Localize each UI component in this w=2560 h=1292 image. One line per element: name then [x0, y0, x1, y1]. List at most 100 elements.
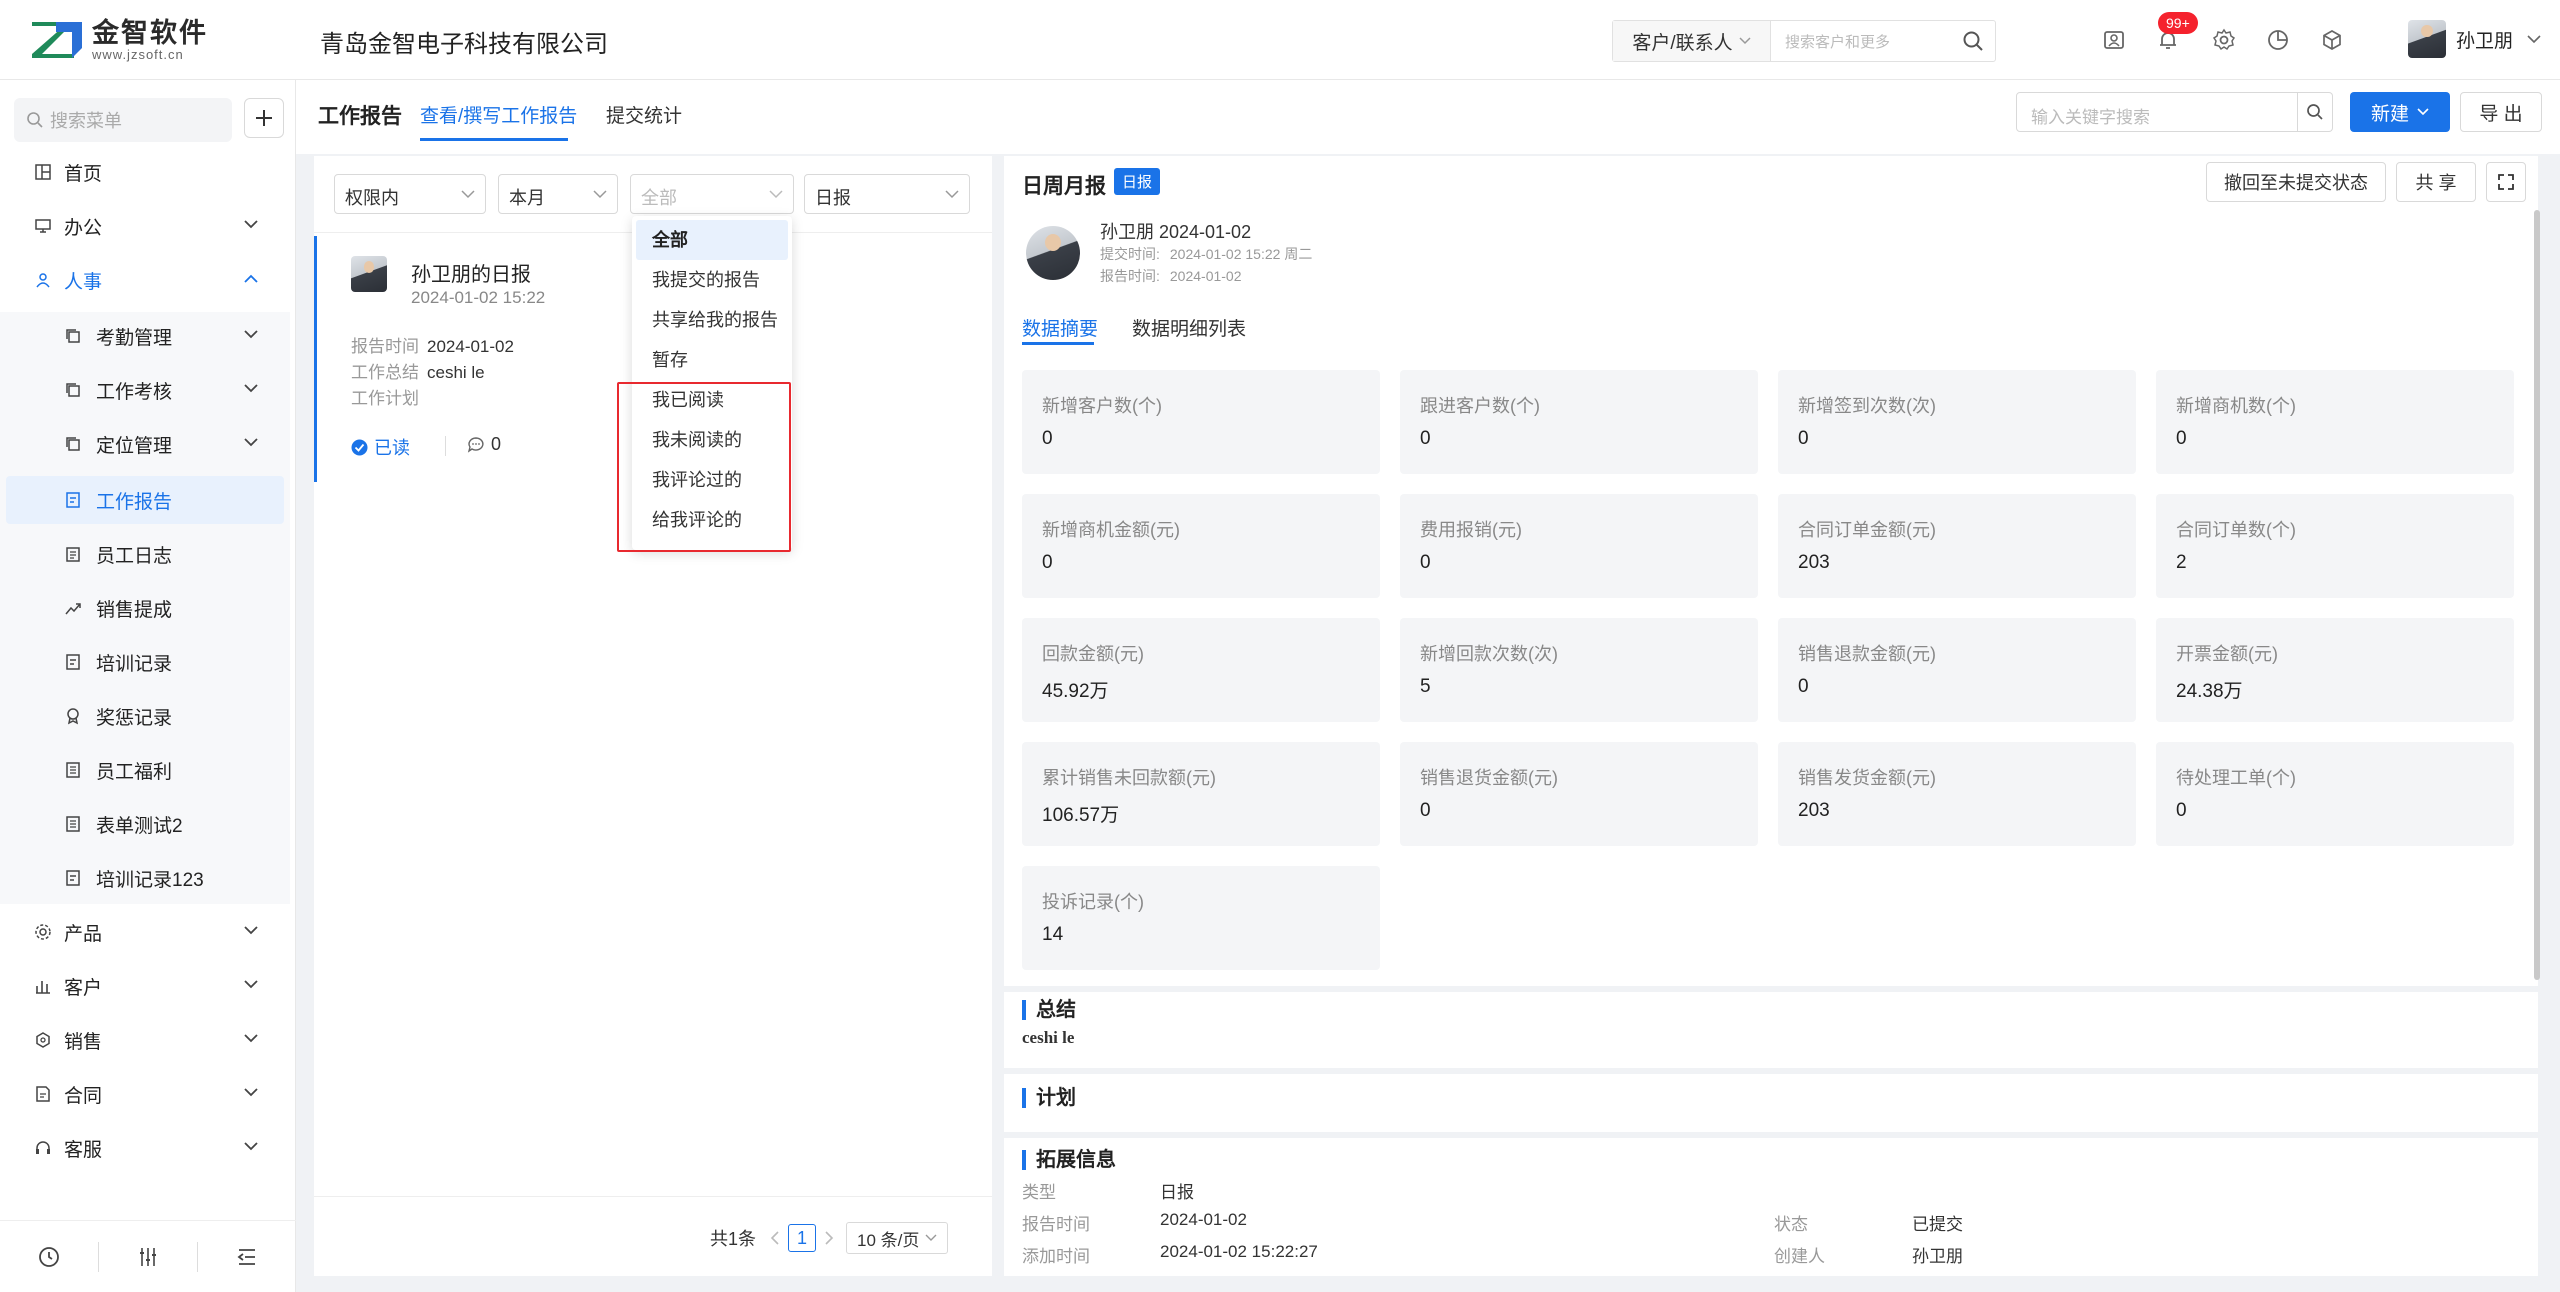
- check-circle-icon: [351, 439, 368, 455]
- status-value: 已提交: [1912, 1215, 1963, 1234]
- fullscreen-button[interactable]: [2486, 162, 2526, 202]
- dropdown-option-shared-to-me[interactable]: 共享给我的报告: [636, 300, 788, 340]
- highlight-box: [617, 382, 791, 552]
- status-label: 状态: [1774, 1215, 1808, 1234]
- active-tab-indicator: [1022, 342, 1094, 345]
- read-status: 已读: [351, 434, 410, 460]
- scrollbar[interactable]: [2534, 210, 2540, 980]
- dropdown-option-my-submitted[interactable]: 我提交的报告: [636, 260, 788, 300]
- extension-section-title: 拓展信息: [1022, 1150, 1116, 1170]
- period-select[interactable]: 本月: [498, 174, 618, 214]
- stat-label: 开票金额(元): [2176, 644, 2278, 664]
- user-name: 孙卫朋: [2456, 30, 2514, 52]
- edit-document-icon: [66, 870, 80, 886]
- copy-icon: [66, 329, 80, 343]
- revoke-button[interactable]: 撤回至未提交状态: [2206, 162, 2386, 202]
- scope-select[interactable]: 权限内: [334, 174, 486, 214]
- status-value: 全部: [641, 188, 677, 208]
- search-icon[interactable]: [2297, 92, 2333, 132]
- cube-icon[interactable]: [2316, 24, 2348, 56]
- add-menu-button[interactable]: [244, 98, 284, 138]
- dropdown-option-draft[interactable]: 暂存: [636, 340, 788, 380]
- new-button[interactable]: 新建: [2350, 92, 2450, 132]
- sidebar-item-assessment[interactable]: 工作考核: [6, 366, 284, 414]
- user-menu[interactable]: 孙卫朋: [2408, 20, 2541, 58]
- tab-data-summary[interactable]: 数据摘要: [1022, 314, 1098, 341]
- comment-count[interactable]: 0: [467, 434, 501, 455]
- chevron-down-icon: [461, 190, 475, 199]
- sidebar-item-training[interactable]: 培训记录: [6, 638, 284, 686]
- list-document-icon: [66, 816, 80, 832]
- sidebar-item-service[interactable]: 客服: [6, 1124, 284, 1172]
- sidebar-item-home[interactable]: 首页: [6, 148, 284, 196]
- comment-icon: [467, 436, 484, 453]
- tab-view-write-report[interactable]: 查看/撰写工作报告: [420, 101, 577, 128]
- tab-submit-stats[interactable]: 提交统计: [606, 101, 682, 128]
- sidebar-item-commission[interactable]: 销售提成: [6, 584, 284, 632]
- global-search-input[interactable]: 搜索客户和更多: [1771, 31, 1951, 52]
- chevron-down-icon: [244, 330, 258, 339]
- dropdown-option-all[interactable]: 全部: [636, 220, 788, 260]
- avatar: [2408, 20, 2446, 58]
- sidebar-item-location[interactable]: 定位管理: [6, 420, 284, 468]
- sidebar-item-form-test[interactable]: 表单测试2: [6, 800, 284, 848]
- contacts-icon[interactable]: [2098, 24, 2130, 56]
- page-size-select[interactable]: 10 条/页: [846, 1222, 949, 1254]
- menu-search-placeholder: 搜索菜单: [50, 111, 122, 131]
- share-button[interactable]: 共 享: [2396, 162, 2476, 202]
- stat-card: 开票金额(元) 24.38万: [2156, 618, 2514, 722]
- stat-label: 投诉记录(个): [1042, 892, 1144, 912]
- sidebar-item-welfare[interactable]: 员工福利: [6, 746, 284, 794]
- read-label: 已读: [374, 438, 410, 458]
- history-icon[interactable]: [37, 1245, 61, 1269]
- logo-url: www.jzsoft.cn: [92, 47, 184, 62]
- sidebar-item-employee-log[interactable]: 员工日志: [6, 530, 284, 578]
- gear-icon[interactable]: [2208, 24, 2240, 56]
- report-type-select[interactable]: 日报: [804, 174, 970, 214]
- chevron-down-icon: [2417, 108, 2429, 116]
- search-icon: [27, 112, 43, 128]
- sidebar-item-hr[interactable]: 人事: [6, 256, 284, 304]
- keyword-search-input[interactable]: 输入关键字搜索: [2016, 92, 2298, 132]
- stat-card: 销售退货金额(元) 0: [1400, 742, 1758, 846]
- type-label: 类型: [1022, 1183, 1056, 1202]
- copy-icon: [66, 383, 80, 397]
- stat-label: 回款金额(元): [1042, 644, 1144, 664]
- stat-card: 回款金额(元) 45.92万: [1022, 618, 1380, 722]
- search-type-select[interactable]: 客户/联系人: [1613, 21, 1771, 61]
- stat-value: 0: [1798, 676, 1809, 697]
- collapse-menu-icon[interactable]: [235, 1245, 259, 1269]
- edit-document-icon: [66, 492, 80, 508]
- sidebar-item-office[interactable]: 办公: [6, 202, 284, 250]
- sidebar-item-label: 定位管理: [96, 435, 173, 457]
- sidebar-item-work-report[interactable]: 工作报告: [6, 476, 284, 524]
- chevron-down-icon: [1739, 37, 1751, 45]
- chevron-right-icon[interactable]: [824, 1231, 834, 1245]
- page-number-current[interactable]: 1: [788, 1224, 817, 1252]
- sidebar-item-customer[interactable]: 客户: [6, 962, 284, 1010]
- sidebar-item-product[interactable]: 产品: [6, 908, 284, 956]
- sidebar-item-attendance[interactable]: 考勤管理: [6, 312, 284, 360]
- sidebar-item-contract[interactable]: 合同: [6, 1070, 284, 1118]
- stat-value: 0: [2176, 428, 2187, 449]
- status-select[interactable]: 全部: [630, 174, 794, 214]
- search-icon[interactable]: [1951, 30, 1995, 52]
- sidebar-item-sales[interactable]: 销售: [6, 1016, 284, 1064]
- pie-chart-icon[interactable]: [2262, 24, 2294, 56]
- contract-icon: [36, 1086, 50, 1102]
- tab-data-detail-list[interactable]: 数据明细列表: [1132, 314, 1246, 341]
- sidebar-item-rewards[interactable]: 奖惩记录: [6, 692, 284, 740]
- sliders-icon[interactable]: [136, 1245, 160, 1269]
- stat-card: 跟进客户数(个) 0: [1400, 370, 1758, 474]
- menu-search-input[interactable]: 搜索菜单: [14, 98, 232, 142]
- stat-card: 合同订单金额(元) 203: [1778, 494, 2136, 598]
- export-button[interactable]: 导 出: [2460, 92, 2542, 132]
- sidebar-item-training-123[interactable]: 培训记录123: [6, 854, 284, 902]
- fullscreen-icon: [2498, 174, 2514, 190]
- stat-card: 投诉记录(个) 14: [1022, 866, 1380, 970]
- logo[interactable]: 金智软件 www.jzsoft.cn: [28, 16, 208, 64]
- sidebar-item-label: 人事: [64, 271, 103, 293]
- chevron-down-icon: [244, 980, 258, 989]
- chevron-left-icon[interactable]: [770, 1231, 780, 1245]
- stat-card: 新增回款次数(次) 5: [1400, 618, 1758, 722]
